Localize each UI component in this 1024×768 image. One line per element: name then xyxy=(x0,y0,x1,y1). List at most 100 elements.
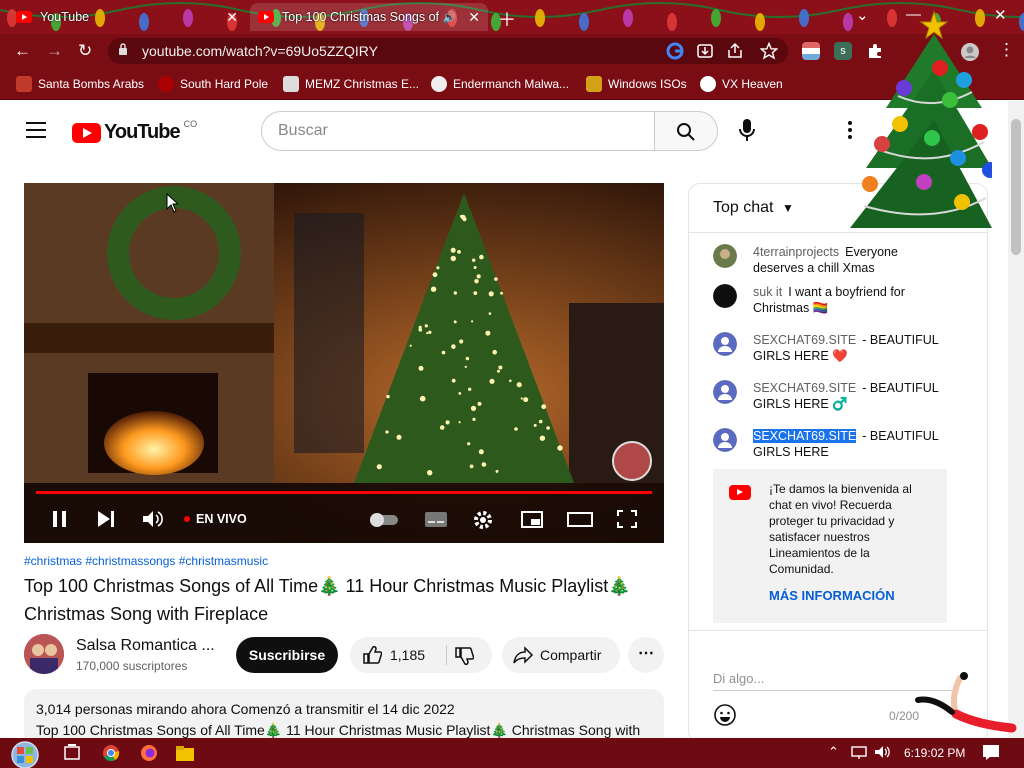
extension-flag-icon[interactable] xyxy=(802,42,820,60)
pause-icon[interactable] xyxy=(50,509,70,529)
tree-light-icon xyxy=(451,344,456,349)
chrome-taskbar-icon[interactable] xyxy=(101,744,121,762)
tab-close-icon[interactable]: ✕ xyxy=(468,9,480,26)
hamburger-menu-icon[interactable] xyxy=(26,122,46,138)
chat-author[interactable]: suk it xyxy=(753,285,782,299)
windows-start-orb-icon[interactable] xyxy=(8,740,42,768)
chrome-menu-icon[interactable]: ⋮ xyxy=(998,40,1015,60)
forward-arrow-icon[interactable]: → xyxy=(46,41,63,61)
share-label: Compartir xyxy=(540,647,601,663)
google-lens-icon[interactable] xyxy=(666,42,684,60)
tab-youtube[interactable]: YouTube ✕ xyxy=(8,3,246,31)
santa-icon xyxy=(16,76,32,92)
tab-close-icon[interactable]: ✕ xyxy=(226,9,238,26)
miniplayer-icon[interactable] xyxy=(520,509,544,529)
tree-light-icon xyxy=(509,380,512,383)
tab-title: Top 100 Christmas Songs of xyxy=(282,10,443,24)
show-hidden-icons-chevron-icon[interactable]: ⌃ xyxy=(828,744,839,760)
tree-light-icon xyxy=(454,320,457,323)
tree-light-icon xyxy=(446,420,450,424)
reload-icon[interactable]: ↻ xyxy=(78,41,92,61)
chat-author-selected[interactable]: SEXCHAT69.SITE xyxy=(753,429,856,443)
channel-avatar[interactable] xyxy=(24,634,64,674)
volume-icon[interactable] xyxy=(142,509,164,529)
bookmark-item[interactable]: Windows ISOs xyxy=(586,76,687,92)
subscribe-button[interactable]: Suscribirse xyxy=(236,637,338,673)
more-actions-icon[interactable]: ⋯ xyxy=(628,637,664,673)
install-app-icon[interactable] xyxy=(696,42,714,60)
channel-name[interactable]: Salsa Romantica ... xyxy=(76,637,215,655)
user-avatar[interactable] xyxy=(713,284,737,308)
bookmark-item[interactable]: MEMZ Christmas E... xyxy=(283,76,419,92)
taskbar-clock[interactable]: 6:19:02 PM xyxy=(904,746,965,760)
audio-playing-icon[interactable]: 🔊 xyxy=(443,11,457,24)
tree-light-icon xyxy=(459,421,461,423)
task-view-icon[interactable] xyxy=(62,744,82,762)
share-button[interactable]: Compartir xyxy=(502,637,620,673)
subtitles-icon[interactable] xyxy=(424,509,448,529)
tree-light-icon xyxy=(494,277,498,281)
next-video-icon[interactable] xyxy=(96,509,116,529)
tree-light-icon xyxy=(428,331,431,334)
tree-light-icon xyxy=(478,402,482,406)
scrollbar-thumb[interactable] xyxy=(1011,119,1021,255)
tree-light-icon xyxy=(397,435,402,440)
settings-gear-icon[interactable] xyxy=(472,509,494,531)
new-tab-icon[interactable]: ＋ xyxy=(498,6,516,32)
search-input[interactable]: Buscar xyxy=(261,111,655,151)
chat-author[interactable]: 4terrainprojects xyxy=(753,245,839,259)
video-player[interactable]: EN VIVO xyxy=(24,183,664,543)
live-badge[interactable]: EN VIVO xyxy=(184,512,247,526)
tab-christmas-video[interactable]: Top 100 Christmas Songs of 🔊 ✕ xyxy=(250,3,488,31)
like-count[interactable]: 1,185 xyxy=(390,647,425,663)
learn-more-link[interactable]: MÁS INFORMACIÓN xyxy=(769,588,895,603)
autoplay-toggle[interactable] xyxy=(368,509,400,529)
bookmark-star-icon[interactable] xyxy=(760,42,778,60)
user-avatar[interactable] xyxy=(713,380,737,404)
back-arrow-icon[interactable]: ← xyxy=(14,41,31,61)
top-chat-dropdown[interactable]: Top chat ▼ xyxy=(713,199,794,217)
video-hashtags[interactable]: #christmas #christmassongs #christmasmus… xyxy=(24,554,268,568)
live-progress-bar[interactable] xyxy=(36,491,652,494)
tree-light-icon xyxy=(420,396,426,402)
youtube-logo[interactable]: YouTube CO xyxy=(72,121,197,144)
bookmark-item[interactable]: VX Heaven xyxy=(700,76,783,92)
address-bar[interactable]: youtube.com/watch?v=69Uo5ZZQIRY xyxy=(108,38,788,64)
bookmark-item[interactable]: Santa Bombs Arabs xyxy=(16,76,144,92)
light-bulb-icon xyxy=(711,9,721,27)
bookmark-item[interactable]: South Hard Pole xyxy=(158,76,268,92)
live-dot-icon xyxy=(184,516,190,522)
firefox-taskbar-icon[interactable] xyxy=(139,744,159,762)
channel-watermark-avatar[interactable] xyxy=(612,441,652,481)
network-icon[interactable] xyxy=(850,744,868,760)
tree-light-icon xyxy=(517,382,522,387)
enderman-icon xyxy=(431,76,447,92)
chat-author[interactable]: SEXCHAT69.SITE xyxy=(753,381,856,395)
file-explorer-icon[interactable] xyxy=(175,744,195,762)
tree-light-icon xyxy=(474,279,478,283)
search-button[interactable] xyxy=(654,111,718,151)
light-bulb-icon xyxy=(579,13,589,31)
emoji-picker-icon[interactable] xyxy=(713,703,737,727)
theater-mode-icon[interactable] xyxy=(566,509,594,529)
light-bulb-icon xyxy=(623,9,633,27)
tree-light-icon xyxy=(452,379,456,383)
chat-welcome-banner: ¡Te damos la bienvenida al chat en vivo!… xyxy=(713,469,947,623)
bookmark-item[interactable]: Endermanch Malwa... xyxy=(431,76,569,92)
thumbs-down-icon[interactable] xyxy=(454,646,474,666)
user-avatar[interactable] xyxy=(713,244,737,268)
voice-search-mic-icon[interactable] xyxy=(735,117,759,145)
action-center-notification-icon[interactable] xyxy=(982,744,1000,760)
tree-light-icon xyxy=(500,292,503,295)
chat-author[interactable]: SEXCHAT69.SITE xyxy=(753,333,856,347)
fullscreen-icon[interactable] xyxy=(616,509,638,529)
share-icon[interactable] xyxy=(726,42,744,60)
speaker-volume-icon[interactable] xyxy=(874,744,892,760)
thumbs-up-icon[interactable] xyxy=(362,645,382,665)
page-scrollbar[interactable] xyxy=(1008,101,1024,738)
close-window-icon[interactable]: ✕ xyxy=(994,6,1007,24)
christmas-tree-overlay-icon xyxy=(846,0,992,236)
user-avatar[interactable] xyxy=(713,332,737,356)
tree-light-icon xyxy=(492,350,497,355)
user-avatar[interactable] xyxy=(713,428,737,452)
